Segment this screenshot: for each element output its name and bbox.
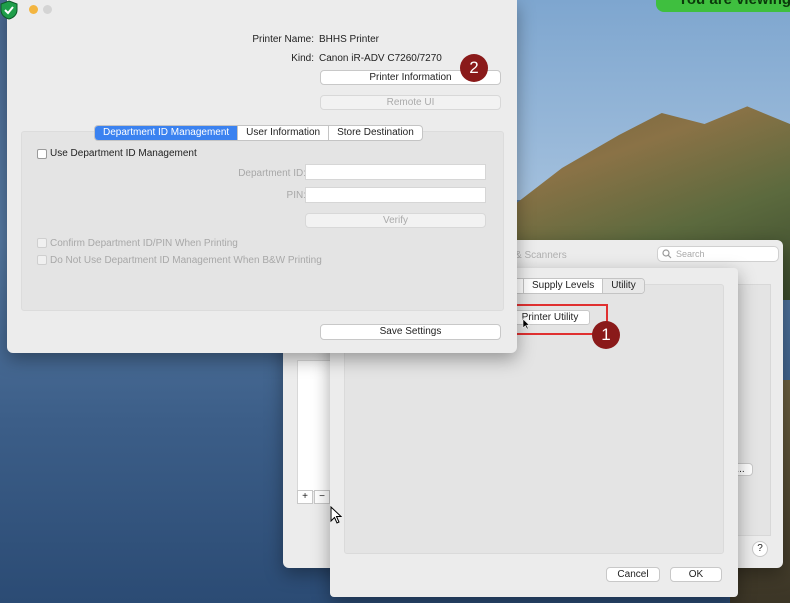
search-field[interactable]: Search (657, 246, 779, 262)
use-dept-id-label: Use Department ID Management (50, 148, 197, 159)
do-not-use-bw-label: Do Not Use Department ID Management When… (50, 255, 322, 266)
cancel-button[interactable]: Cancel (606, 567, 660, 582)
confirm-dept-id-label: Confirm Department ID/PIN When Printing (50, 238, 238, 249)
title-bar (7, 0, 517, 18)
window-title: & Scanners (515, 250, 567, 261)
tab-supply-levels[interactable]: Supply Levels (523, 279, 602, 293)
printer-name-label: Printer Name: (252, 34, 314, 45)
ok-button[interactable]: OK (670, 567, 722, 582)
help-button[interactable]: ? (752, 541, 768, 557)
pin-field[interactable] (305, 187, 486, 203)
settings-tabs: Department ID Management User Informatio… (94, 125, 423, 141)
shield-check-icon (0, 0, 18, 20)
tab-department-id-management[interactable]: Department ID Management (95, 126, 238, 140)
verify-button[interactable]: Verify (305, 213, 486, 228)
zoom-button[interactable] (43, 5, 52, 14)
search-icon (662, 249, 672, 259)
add-printer-button[interactable]: + (297, 490, 313, 504)
step-2-badge: 2 (460, 54, 488, 82)
use-dept-id-checkbox[interactable] (37, 149, 47, 159)
small-cursor-icon (522, 318, 530, 330)
mouse-cursor-icon (330, 506, 342, 524)
remote-ui-button[interactable]: Remote UI (320, 95, 501, 110)
printer-list (297, 360, 333, 492)
pin-label: PIN: (286, 190, 306, 201)
search-placeholder: Search (676, 249, 705, 259)
tab-utility[interactable]: Utility (602, 279, 644, 293)
printer-utility-window: Printer Name: BHHS Printer Kind: Canon i… (7, 0, 517, 353)
tab-user-information[interactable]: User Information (237, 126, 328, 140)
kind-value: Canon iR-ADV C7260/7270 (319, 53, 442, 64)
step-1-badge: 1 (592, 321, 620, 349)
minimize-button[interactable] (29, 5, 38, 14)
do-not-use-bw-checkbox[interactable] (37, 255, 47, 265)
screen-share-banner: You are viewing (656, 0, 790, 12)
department-id-field[interactable] (305, 164, 486, 180)
banner-text: You are viewing (678, 0, 790, 8)
printer-name-value: BHHS Printer (319, 34, 380, 45)
tab-store-destination[interactable]: Store Destination (328, 126, 422, 140)
confirm-dept-id-checkbox[interactable] (37, 238, 47, 248)
remove-printer-button[interactable]: − (314, 490, 330, 504)
kind-label: Kind: (291, 53, 314, 64)
department-id-label: Department ID: (238, 168, 306, 179)
save-settings-button[interactable]: Save Settings (320, 324, 501, 340)
sheet-tabs: Supply Levels Utility (510, 278, 645, 294)
